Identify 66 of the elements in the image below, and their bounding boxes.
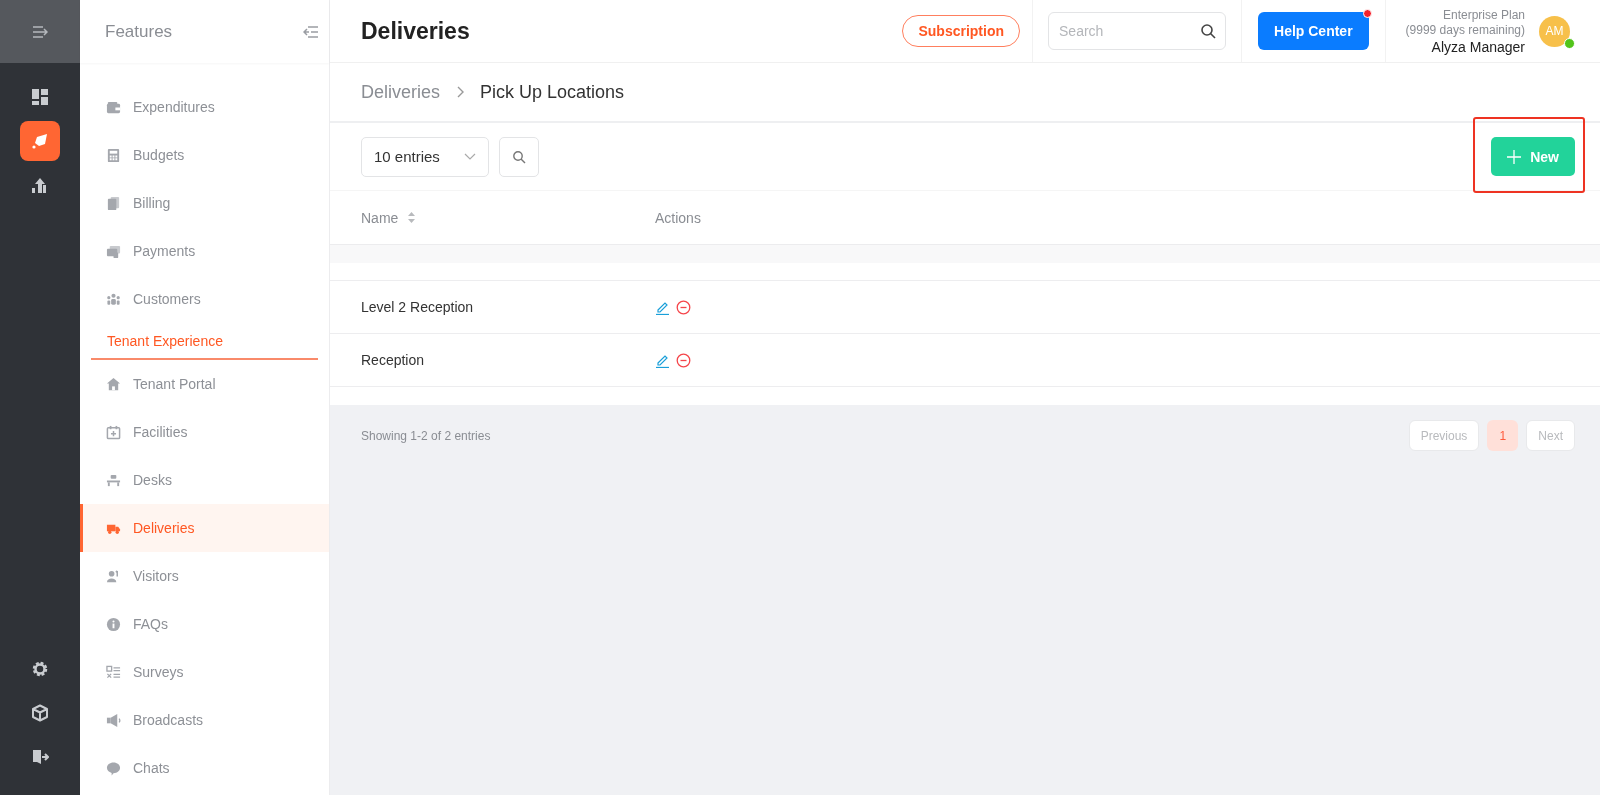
- next-button[interactable]: Next: [1526, 420, 1575, 451]
- sidebar-item[interactable]: Payments: [80, 227, 329, 275]
- sidebar-item[interactable]: Broadcasts: [80, 696, 329, 744]
- column-header[interactable]: Name: [361, 209, 399, 226]
- calculator-icon: [106, 147, 121, 163]
- plan-name: Enterprise Plan: [1442, 7, 1525, 23]
- sidebar-item[interactable]: Desks: [80, 456, 329, 504]
- remove-icon[interactable]: [676, 299, 691, 315]
- person-icon: [106, 568, 121, 584]
- calendar-icon: [106, 424, 121, 440]
- column-header: Actions: [655, 209, 701, 226]
- cube-icon[interactable]: [31, 704, 49, 722]
- sidebar-item[interactable]: Customers: [80, 275, 329, 323]
- document-icon: [106, 195, 121, 211]
- sidebar-item[interactable]: Surveys: [80, 648, 329, 696]
- user-name: Alyza Manager: [1431, 39, 1525, 55]
- sort-icon[interactable]: [407, 211, 417, 224]
- sidebar-title: Features: [105, 21, 173, 42]
- search-icon: [512, 149, 526, 164]
- chat-icon: [106, 760, 121, 776]
- people-icon: [106, 291, 121, 307]
- search-field[interactable]: Search: [1048, 12, 1226, 50]
- rail-button[interactable]: [20, 121, 60, 161]
- sidebar-item[interactable]: Facilities: [80, 408, 329, 456]
- sidebar-item[interactable]: Budgets: [80, 131, 329, 179]
- menu-icon[interactable]: [32, 23, 48, 40]
- avatar[interactable]: AM: [1539, 15, 1570, 47]
- megaphone-icon: [106, 712, 121, 728]
- dashboard-icon: [31, 88, 49, 106]
- chevron-down-icon: [464, 153, 476, 160]
- collapse-icon[interactable]: [303, 23, 319, 40]
- new-button[interactable]: New: [1491, 137, 1575, 176]
- cards-icon: [106, 243, 121, 259]
- sidebar-item[interactable]: Billing: [80, 179, 329, 227]
- search-icon: [1200, 23, 1216, 39]
- chart-upload-icon: [31, 176, 49, 194]
- wallet-icon: [106, 99, 121, 115]
- checklist-icon: [106, 664, 121, 680]
- table-cell-text: Reception: [361, 352, 426, 368]
- table-cell-text: Level 2 Reception: [361, 299, 475, 315]
- home-icon: [106, 376, 121, 392]
- breadcrumb-link[interactable]: Deliveries: [361, 81, 441, 103]
- subscription-button[interactable]: Subscription: [902, 15, 1020, 47]
- info-icon: [106, 616, 121, 632]
- page-button[interactable]: 1: [1487, 420, 1519, 451]
- sidebar-item[interactable]: Chats: [80, 744, 329, 792]
- plus-icon: [1507, 149, 1522, 164]
- sidebar-item[interactable]: FAQs: [80, 600, 329, 648]
- section-heading: Tenant Experience: [91, 333, 318, 360]
- sidebar-item[interactable]: Tenant Portal: [80, 360, 329, 408]
- entries-summary: Showing 1-2 of 2 entries: [361, 428, 492, 443]
- logout-icon[interactable]: [31, 748, 49, 766]
- breadcrumb-current: Pick Up Locations: [480, 81, 625, 103]
- page-title: Deliveries: [360, 17, 471, 45]
- settings-icon[interactable]: [31, 660, 49, 678]
- desk-icon: [106, 472, 121, 488]
- previous-button[interactable]: Previous: [1408, 420, 1480, 451]
- help-center-button[interactable]: Help Center: [1258, 12, 1369, 50]
- search-button[interactable]: [499, 136, 539, 177]
- remove-icon[interactable]: [676, 352, 691, 368]
- days-remaining: (9999 days remaining): [1405, 22, 1525, 38]
- sidebar-item[interactable]: Deliveries: [80, 504, 329, 552]
- sidebar-item[interactable]: Expenditures: [80, 83, 329, 131]
- entries-select[interactable]: 10 entries: [361, 136, 489, 177]
- rocket-icon: [31, 132, 49, 150]
- sidebar-item[interactable]: Visitors: [80, 552, 329, 600]
